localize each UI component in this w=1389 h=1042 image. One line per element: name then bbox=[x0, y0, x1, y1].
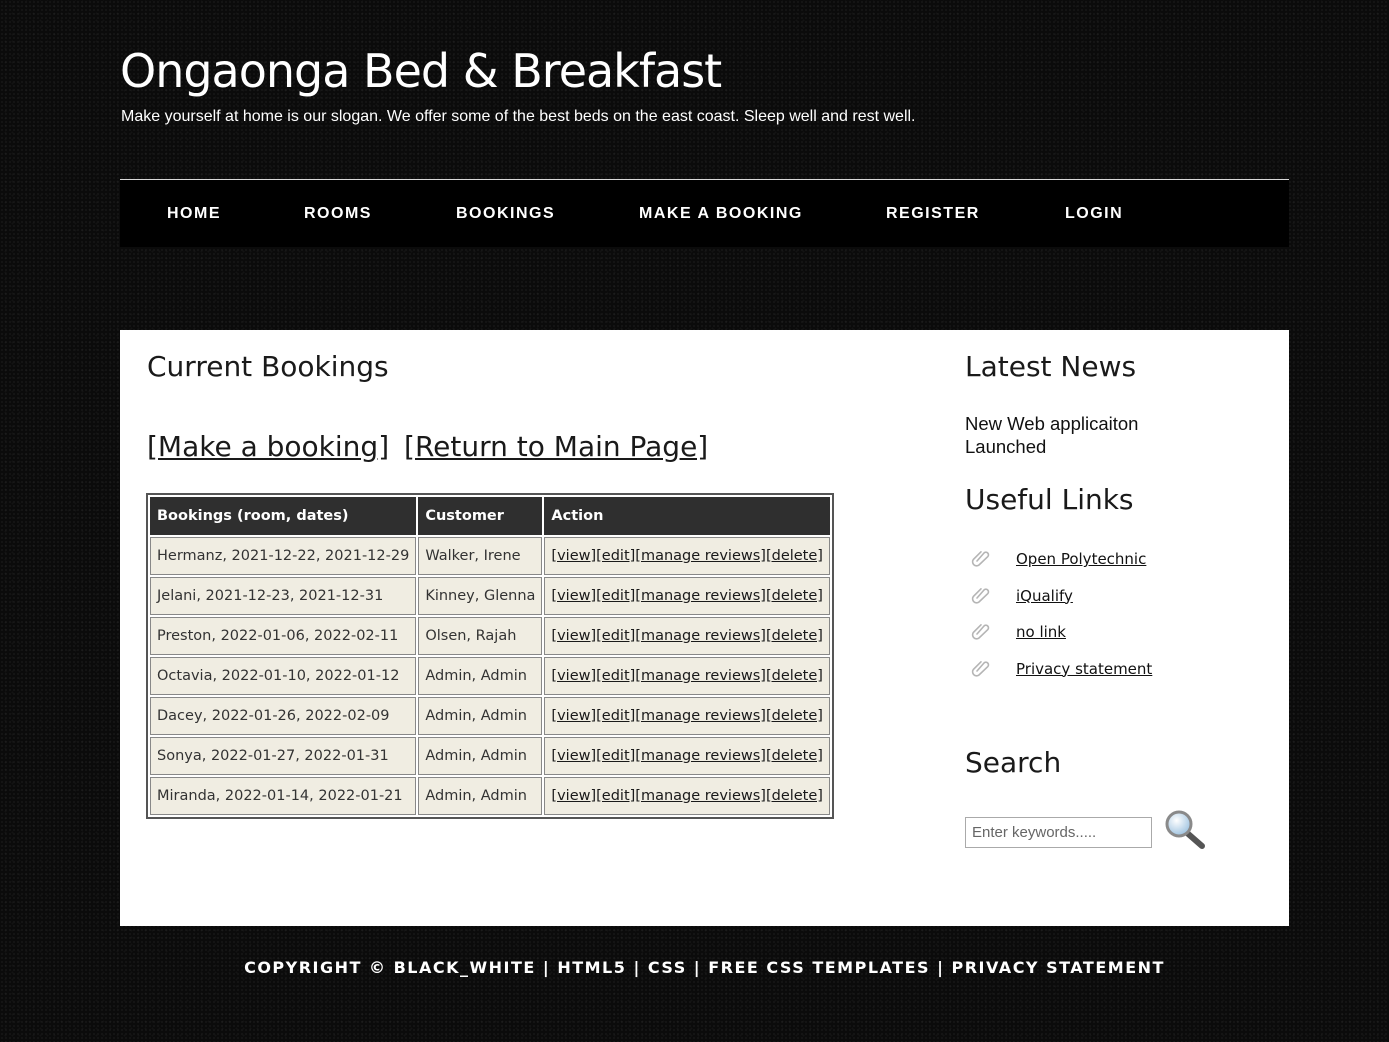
search-button[interactable] bbox=[1162, 808, 1210, 852]
edit-link[interactable]: [edit] bbox=[596, 588, 635, 604]
view-link[interactable]: [view] bbox=[551, 548, 596, 564]
nav-item-bookings[interactable]: BOOKINGS bbox=[456, 205, 555, 223]
bookings-table-body: Hermanz, 2021-12-22, 2021-12-29 Walker, I… bbox=[150, 537, 830, 815]
bookings-table: Bookings (room, dates) Customer Action H… bbox=[146, 493, 834, 819]
manage-reviews-link[interactable]: [manage reviews] bbox=[635, 788, 766, 804]
useful-link-item: Privacy statement bbox=[965, 654, 1152, 691]
edit-link[interactable]: [edit] bbox=[596, 628, 635, 644]
delete-link[interactable]: [delete] bbox=[766, 708, 823, 724]
customer-cell: Walker, Irene bbox=[418, 537, 543, 575]
booking-cell: Dacey, 2022-01-26, 2022-02-09 bbox=[150, 697, 417, 735]
main-nav: HOME ROOMS BOOKINGS MAKE A BOOKING REGIS… bbox=[120, 179, 1289, 247]
view-link[interactable]: [view] bbox=[551, 628, 596, 644]
customer-cell: Kinney, Glenna bbox=[418, 577, 543, 615]
customer-cell: Admin, Admin bbox=[418, 697, 543, 735]
booking-cell: Jelani, 2021-12-23, 2021-12-31 bbox=[150, 577, 417, 615]
table-row: Octavia, 2022-01-10, 2022-01-12 Admin, Ad… bbox=[150, 657, 830, 695]
table-row: Dacey, 2022-01-26, 2022-02-09 Admin, Admi… bbox=[150, 697, 830, 735]
footer-text: COPYRIGHT © BLACK_WHITE | HTML5 | CSS | … bbox=[244, 958, 1165, 977]
edit-link[interactable]: [edit] bbox=[596, 668, 635, 684]
booking-cell: Octavia, 2022-01-10, 2022-01-12 bbox=[150, 657, 417, 695]
nav-item-make-a-booking[interactable]: MAKE A BOOKING bbox=[639, 205, 803, 223]
customer-cell: Olsen, Rajah bbox=[418, 617, 543, 655]
customer-cell: Admin, Admin bbox=[418, 737, 543, 775]
useful-link-item: no link bbox=[965, 617, 1152, 654]
manage-reviews-link[interactable]: [manage reviews] bbox=[635, 748, 766, 764]
booking-cell: Preston, 2022-01-06, 2022-02-11 bbox=[150, 617, 417, 655]
delete-link[interactable]: [delete] bbox=[766, 788, 823, 804]
nav-item-rooms[interactable]: ROOMS bbox=[304, 205, 372, 223]
site-slogan: Make yourself at home is our slogan. We … bbox=[121, 108, 916, 125]
news-item: New Web applicaiton Launched bbox=[965, 413, 1139, 457]
useful-link-item: iQualify bbox=[965, 581, 1152, 618]
view-link[interactable]: [view] bbox=[551, 708, 596, 724]
manage-reviews-link[interactable]: [manage reviews] bbox=[635, 628, 766, 644]
useful-link-item: Open Polytechnic bbox=[965, 544, 1152, 581]
customer-cell: Admin, Admin bbox=[418, 657, 543, 695]
action-cell: [view][edit][manage reviews][delete] bbox=[544, 777, 830, 815]
edit-link[interactable]: [edit] bbox=[596, 788, 635, 804]
table-row: Miranda, 2022-01-14, 2022-01-21 Admin, Ad… bbox=[150, 777, 830, 815]
delete-link[interactable]: [delete] bbox=[766, 548, 823, 564]
table-row: Jelani, 2021-12-23, 2021-12-31 Kinney, Gl… bbox=[150, 577, 830, 615]
customer-cell: Admin, Admin bbox=[418, 777, 543, 815]
delete-link[interactable]: [delete] bbox=[766, 588, 823, 604]
return-main-page-link[interactable]: [Return to Main Page] bbox=[404, 430, 708, 463]
manage-reviews-link[interactable]: [manage reviews] bbox=[635, 548, 766, 564]
manage-reviews-link[interactable]: [manage reviews] bbox=[635, 588, 766, 604]
action-cell: [view][edit][manage reviews][delete] bbox=[544, 657, 830, 695]
booking-cell: Miranda, 2022-01-14, 2022-01-21 bbox=[150, 777, 417, 815]
search-input[interactable] bbox=[965, 817, 1152, 848]
link-open-polytechnic[interactable]: Open Polytechnic bbox=[1016, 550, 1146, 568]
search-heading: Search bbox=[965, 746, 1062, 779]
booking-cell: Sonya, 2022-01-27, 2022-01-31 bbox=[150, 737, 417, 775]
view-link[interactable]: [view] bbox=[551, 588, 596, 604]
make-booking-link[interactable]: [Make a booking] bbox=[147, 430, 389, 463]
manage-reviews-link[interactable]: [manage reviews] bbox=[635, 668, 766, 684]
view-link[interactable]: [view] bbox=[551, 748, 596, 764]
booking-action-links: [Make a booking] [Return to Main Page] bbox=[147, 430, 708, 463]
useful-links-list: Open Polytechnic iQualify no link Privac… bbox=[965, 544, 1152, 690]
column-header-action: Action bbox=[544, 497, 830, 535]
magnifier-icon bbox=[1165, 810, 1205, 849]
delete-link[interactable]: [delete] bbox=[766, 668, 823, 684]
table-row: Sonya, 2022-01-27, 2022-01-31 Admin, Admi… bbox=[150, 737, 830, 775]
link-no-link[interactable]: no link bbox=[1016, 623, 1066, 641]
edit-link[interactable]: [edit] bbox=[596, 748, 635, 764]
paperclip-icon bbox=[971, 624, 990, 640]
nav-item-login[interactable]: LOGIN bbox=[1065, 205, 1123, 223]
manage-reviews-link[interactable]: [manage reviews] bbox=[635, 708, 766, 724]
action-cell: [view][edit][manage reviews][delete] bbox=[544, 537, 830, 575]
nav-item-home[interactable]: HOME bbox=[167, 205, 221, 223]
action-cell: [view][edit][manage reviews][delete] bbox=[544, 617, 830, 655]
edit-link[interactable]: [edit] bbox=[596, 548, 635, 564]
action-cell: [view][edit][manage reviews][delete] bbox=[544, 577, 830, 615]
content-panel: Current Bookings [Make a booking] [Retur… bbox=[120, 330, 1289, 926]
action-cell: [view][edit][manage reviews][delete] bbox=[544, 697, 830, 735]
paperclip-icon bbox=[971, 587, 990, 604]
booking-cell: Hermanz, 2021-12-22, 2021-12-29 bbox=[150, 537, 417, 575]
link-privacy-statement[interactable]: Privacy statement bbox=[1016, 660, 1152, 678]
edit-link[interactable]: [edit] bbox=[596, 708, 635, 724]
paperclip-icon bbox=[971, 660, 990, 677]
column-header-customer: Customer bbox=[418, 497, 543, 535]
delete-link[interactable]: [delete] bbox=[766, 628, 823, 644]
view-link[interactable]: [view] bbox=[551, 668, 596, 684]
paperclip-icon bbox=[971, 551, 990, 567]
table-header-row: Bookings (room, dates) Customer Action bbox=[150, 497, 830, 535]
view-link[interactable]: [view] bbox=[551, 788, 596, 804]
delete-link[interactable]: [delete] bbox=[766, 748, 823, 764]
table-row: Hermanz, 2021-12-22, 2021-12-29 Walker, I… bbox=[150, 537, 830, 575]
latest-news-heading: Latest News bbox=[965, 350, 1137, 383]
link-iqualify[interactable]: iQualify bbox=[1016, 587, 1073, 605]
table-row: Preston, 2022-01-06, 2022-02-11 Olsen, Ra… bbox=[150, 617, 830, 655]
nav-item-register[interactable]: REGISTER bbox=[886, 205, 980, 223]
useful-links-heading: Useful Links bbox=[965, 483, 1134, 516]
page-title: Current Bookings bbox=[147, 350, 389, 383]
column-header-bookings: Bookings (room, dates) bbox=[150, 497, 417, 535]
site-title: Ongaonga Bed & Breakfast bbox=[120, 44, 722, 98]
action-cell: [view][edit][manage reviews][delete] bbox=[544, 737, 830, 775]
